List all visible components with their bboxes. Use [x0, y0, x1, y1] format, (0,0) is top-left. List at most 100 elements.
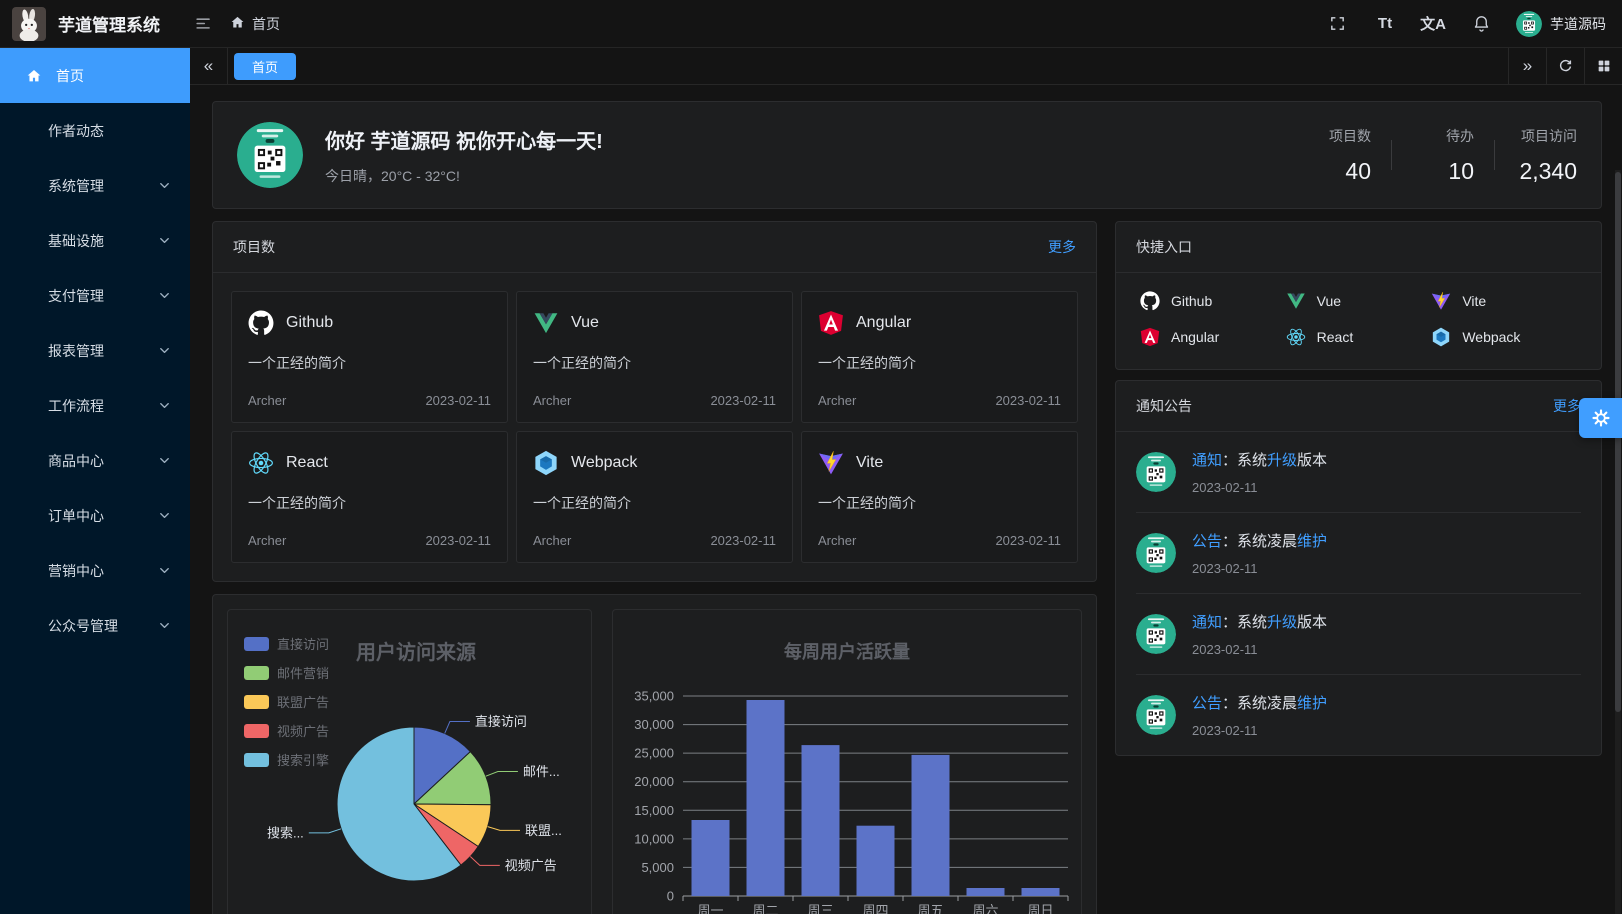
font-size-icon[interactable]: Tt	[1368, 7, 1402, 41]
language-icon[interactable]: 文A	[1416, 7, 1450, 41]
svg-text:周二: 周二	[752, 903, 778, 914]
app-logo[interactable]	[12, 7, 46, 41]
project-card-github[interactable]: Github 一个正经的简介 Archer2023-02-11	[231, 291, 508, 423]
notices-list: 通知：系统升级版本 2023-02-11 公告：系统凌晨维护 2023-02-1…	[1116, 432, 1601, 755]
sidebar-item-9[interactable]: 营销中心	[0, 543, 190, 598]
sidebar-item-4[interactable]: 支付管理	[0, 268, 190, 323]
refresh-icon	[1557, 58, 1574, 75]
profile-qr-avatar	[237, 122, 303, 188]
qr-avatar	[1136, 695, 1176, 735]
project-desc: 一个正经的简介	[818, 353, 1061, 373]
notices-more-link[interactable]: 更多	[1553, 396, 1581, 416]
shortcut-vue[interactable]: Vue	[1286, 291, 1432, 311]
tab-0[interactable]: 首页	[234, 53, 296, 80]
notice-avatar	[1136, 533, 1176, 573]
refresh-icon[interactable]	[1546, 48, 1584, 84]
sidebar-item-3[interactable]: 基础设施	[0, 213, 190, 268]
shortcut-vite[interactable]: Vite	[1431, 291, 1577, 311]
notification-bell-icon[interactable]	[1464, 7, 1498, 41]
stat-visits: 项目访问 2,340	[1515, 126, 1577, 185]
projects-grid: Github 一个正经的简介 Archer2023-02-11 Vue 一个正经…	[213, 273, 1096, 581]
sidebar-item-0[interactable]: 首页	[0, 48, 190, 103]
vue-icon	[533, 310, 559, 336]
shortcut-label: Github	[1171, 293, 1212, 309]
settings-drawer-button[interactable]	[1579, 398, 1622, 438]
shortcut-label: Vite	[1462, 293, 1486, 309]
project-author: Archer	[533, 393, 571, 408]
sidebar-item-7[interactable]: 商品中心	[0, 433, 190, 488]
svg-text:周六: 周六	[972, 903, 998, 914]
shortcut-webpack[interactable]: Webpack	[1431, 327, 1577, 347]
notice-item-2[interactable]: 通知：系统升级版本 2023-02-11	[1136, 594, 1581, 675]
projects-more-link[interactable]: 更多	[1048, 237, 1076, 257]
shortcuts-grid: Github Vue Vite Angular React Webpack	[1116, 273, 1601, 369]
layout-grid-icon[interactable]	[1584, 48, 1622, 84]
sidebar-item-10[interactable]: 公众号管理	[0, 598, 190, 653]
angular-icon	[1140, 327, 1160, 347]
legend-item-0[interactable]: 直接访问	[244, 634, 329, 653]
breadcrumb[interactable]: 首页	[230, 14, 280, 34]
legend-label: 直接访问	[277, 634, 329, 653]
scrollbar-thumb[interactable]	[1615, 172, 1621, 712]
stat-divider	[1391, 140, 1392, 170]
qr-avatar	[237, 122, 303, 188]
chevron-down-icon	[157, 563, 172, 578]
legend-label: 联盟广告	[277, 692, 329, 711]
sidebar-item-8[interactable]: 订单中心	[0, 488, 190, 543]
pie-chart: 用户访问来源 直接访问 邮件营销 联盟广告 视频广告 搜索引擎 直接访问 邮件	[227, 609, 592, 914]
legend-item-1[interactable]: 邮件营销	[244, 663, 329, 682]
notice-item-3[interactable]: 公告：系统凌晨维护 2023-02-11	[1136, 675, 1581, 755]
menu-fold-icon[interactable]	[186, 7, 220, 41]
fullscreen-icon[interactable]	[1320, 7, 1354, 41]
sidebar-item-5[interactable]: 报表管理	[0, 323, 190, 378]
react-icon	[1286, 327, 1306, 347]
sidebar-item-6[interactable]: 工作流程	[0, 378, 190, 433]
shortcut-label: Angular	[1171, 329, 1219, 345]
vite-icon	[1431, 291, 1451, 311]
fullscreen-icon	[1329, 15, 1346, 32]
svg-text:10,000: 10,000	[634, 831, 674, 846]
vite-icon	[818, 450, 844, 476]
project-card-angular[interactable]: Angular 一个正经的简介 Archer2023-02-11	[801, 291, 1078, 423]
chevron-down-icon	[157, 398, 172, 413]
sidebar-item-2[interactable]: 系统管理	[0, 158, 190, 213]
project-card-react[interactable]: React 一个正经的简介 Archer2023-02-11	[231, 431, 508, 563]
project-name: Webpack	[571, 454, 637, 472]
stat-value: 2,340	[1519, 158, 1577, 185]
project-card-webpack[interactable]: Webpack 一个正经的简介 Archer2023-02-11	[516, 431, 793, 563]
sidebar-item-label: 订单中心	[26, 506, 145, 526]
notice-item-0[interactable]: 通知：系统升级版本 2023-02-11	[1136, 432, 1581, 513]
shortcut-angular[interactable]: Angular	[1140, 327, 1286, 347]
sidebar-item-label: 公众号管理	[26, 616, 145, 636]
sidebar-item-1[interactable]: 作者动态	[0, 103, 190, 158]
shortcut-github[interactable]: Github	[1140, 291, 1286, 311]
menu-fold-icon	[194, 14, 213, 33]
chevron-down-icon	[157, 453, 172, 468]
scrollbar-track[interactable]	[1615, 170, 1621, 914]
shortcut-label: React	[1317, 329, 1354, 345]
svg-text:35,000: 35,000	[634, 689, 674, 704]
project-desc: 一个正经的简介	[818, 493, 1061, 513]
chevron-down-icon	[157, 618, 172, 633]
notice-date: 2023-02-11	[1192, 723, 1327, 738]
project-card-vite[interactable]: Vite 一个正经的简介 Archer2023-02-11	[801, 431, 1078, 563]
legend-item-3[interactable]: 视频广告	[244, 721, 329, 740]
project-date: 2023-02-11	[995, 393, 1061, 408]
project-author: Archer	[818, 393, 856, 408]
notice-item-1[interactable]: 公告：系统凌晨维护 2023-02-11	[1136, 513, 1581, 594]
user-menu[interactable]: 芋道源码	[1516, 11, 1606, 37]
tabs-scroll-right-button[interactable]: »	[1508, 48, 1546, 84]
tab-bar: « 首页 »	[190, 48, 1622, 85]
notice-title: 公告：系统凌晨维护	[1192, 530, 1327, 551]
legend-item-2[interactable]: 联盟广告	[244, 692, 329, 711]
legend-item-4[interactable]: 搜索引擎	[244, 750, 329, 769]
vue-icon	[1286, 291, 1306, 311]
shortcut-react[interactable]: React	[1286, 327, 1432, 347]
sidebar-item-label: 报表管理	[26, 341, 145, 361]
chevron-down-icon	[157, 288, 172, 303]
tabs-scroll-left-button[interactable]: «	[190, 48, 228, 84]
app-title: 芋道管理系统	[58, 11, 160, 36]
project-card-vue[interactable]: Vue 一个正经的简介 Archer2023-02-11	[516, 291, 793, 423]
sidebar-item-label: 系统管理	[26, 176, 145, 196]
chevron-down-icon	[157, 508, 172, 523]
